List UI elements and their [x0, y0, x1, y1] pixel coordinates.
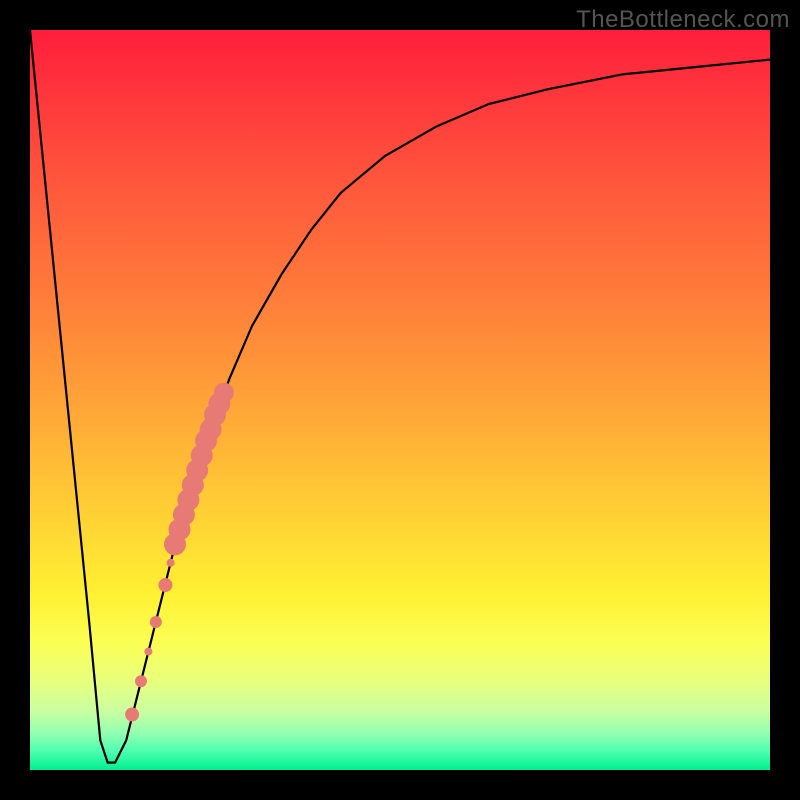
plot-area — [30, 30, 770, 770]
highlight-dot — [158, 578, 172, 592]
highlight-dot — [150, 616, 162, 628]
highlight-dot — [144, 648, 152, 656]
chart-frame: TheBottleneck.com — [0, 0, 800, 800]
highlight-band — [125, 383, 234, 722]
chart-svg — [30, 30, 770, 770]
attribution-label: TheBottleneck.com — [576, 6, 790, 34]
highlight-dot — [214, 383, 234, 403]
highlight-dot — [135, 675, 147, 687]
bottleneck-curve — [30, 30, 770, 763]
highlight-dot — [125, 708, 139, 722]
highlight-dot — [167, 559, 175, 567]
